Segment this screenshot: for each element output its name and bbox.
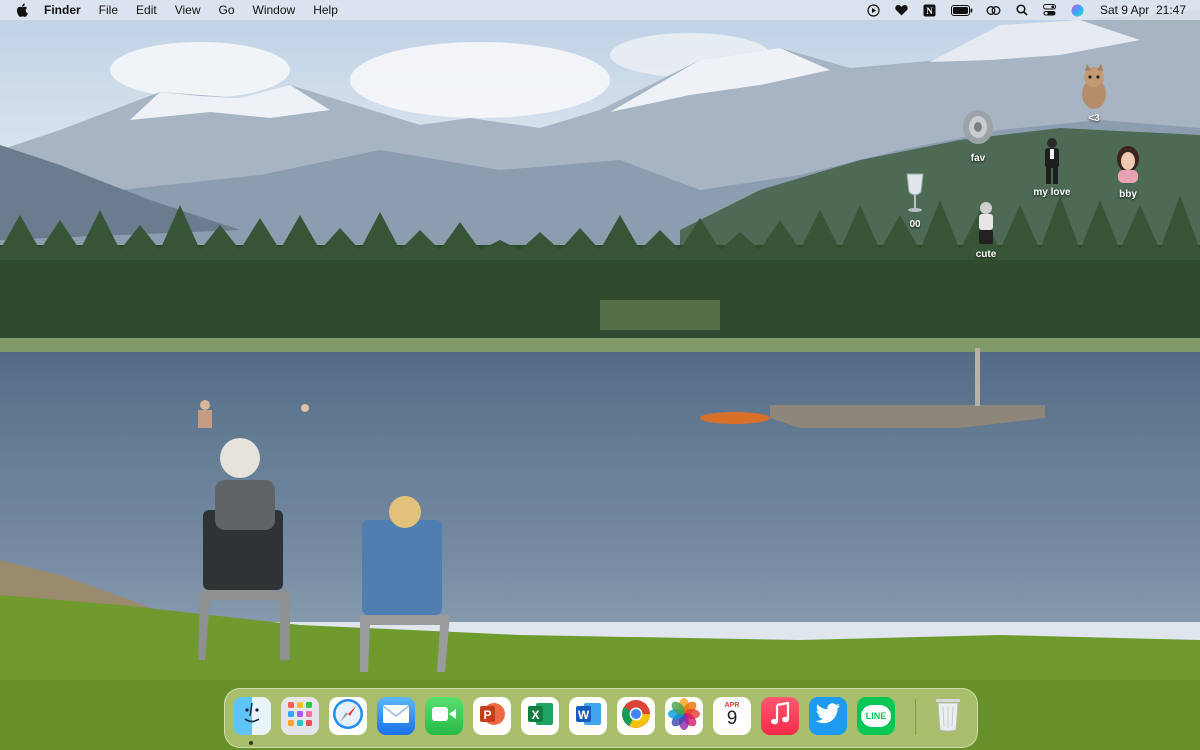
desktop-icon-label: fav <box>970 153 986 164</box>
safari-compass-icon <box>331 697 365 736</box>
battery-icon[interactable] <box>950 3 974 17</box>
dock-line[interactable]: LINE <box>857 697 895 735</box>
desktop-icon-label: cute <box>975 249 997 260</box>
search-icon[interactable] <box>1014 3 1030 17</box>
menu-view[interactable]: View <box>166 0 210 20</box>
desktop-icon-label: my love <box>1033 187 1071 198</box>
powerpoint-icon: P <box>477 699 507 734</box>
portrait-photo-icon <box>1110 140 1146 186</box>
dock-excel[interactable]: X <box>521 697 559 735</box>
play-circle-icon[interactable] <box>866 3 882 17</box>
dock-music[interactable] <box>761 697 799 735</box>
photos-flower-icon <box>668 697 700 735</box>
menu-help[interactable]: Help <box>304 0 347 20</box>
dock-trash[interactable] <box>929 697 967 735</box>
finder-icon <box>237 699 267 734</box>
dock-mail[interactable] <box>377 697 415 735</box>
chrome-icon <box>620 698 652 735</box>
dock-powerpoint[interactable]: P <box>473 697 511 735</box>
dock-photos[interactable] <box>665 697 703 735</box>
excel-icon: X <box>525 699 555 734</box>
svg-text:N: N <box>927 6 934 16</box>
line-bubble-icon: LINE <box>861 705 891 727</box>
suit-man-photo-icon <box>1034 138 1070 184</box>
desktop-icon-my-love[interactable]: my love <box>1017 138 1087 198</box>
powerpoint-letter: P <box>483 708 491 722</box>
control-center-icon[interactable] <box>1042 3 1058 17</box>
dock-calendar[interactable]: APR 9 <box>713 697 751 735</box>
desktop-icon-label: 00 <box>909 219 921 230</box>
finder-running-indicator <box>249 741 253 745</box>
desktop-icon-label: bby <box>1119 189 1137 200</box>
menu-app-name[interactable]: Finder <box>44 0 90 20</box>
shell-photo-icon <box>960 104 996 150</box>
figure-photo-icon <box>968 200 1004 246</box>
notion-icon[interactable]: N <box>922 3 938 17</box>
siri-icon[interactable] <box>1070 3 1086 17</box>
menu-file[interactable]: File <box>90 0 127 20</box>
menu-bar-left: Finder File Edit View Go Window Help <box>0 0 347 20</box>
dock-safari[interactable] <box>329 697 367 735</box>
glass-photo-icon <box>897 170 933 216</box>
menu-go[interactable]: Go <box>210 0 244 20</box>
calendar-day: 9 <box>726 707 738 729</box>
desktop-icon-3[interactable]: <3 <box>1059 64 1129 124</box>
mail-envelope-icon <box>382 704 410 729</box>
word-icon: W <box>573 699 603 734</box>
dock: P X W APR 9 LINE <box>224 688 978 748</box>
menu-window[interactable]: Window <box>244 0 305 20</box>
music-note-icon <box>770 701 790 731</box>
desktop-icon-fav[interactable]: fav <box>943 104 1013 164</box>
dock-finder[interactable] <box>233 697 271 735</box>
cat-photo-icon <box>1076 64 1112 110</box>
menu-edit[interactable]: Edit <box>127 0 166 20</box>
desktop-icon-label: <3 <box>1088 113 1100 124</box>
dock-facetime[interactable] <box>425 697 463 735</box>
dock-separator <box>915 699 916 735</box>
dock-twitter[interactable] <box>809 697 847 735</box>
desktop-icon-bby[interactable]: bby <box>1093 140 1163 200</box>
dock-word[interactable]: W <box>569 697 607 735</box>
trash-icon <box>933 695 963 738</box>
facetime-camera-icon <box>431 706 457 727</box>
menu-bar-clock[interactable]: Sat 9 Apr 21:47 <box>1100 3 1186 17</box>
word-letter: W <box>578 708 590 722</box>
desktop-icon-00[interactable]: 00 <box>880 170 950 230</box>
link-icon[interactable] <box>986 3 1002 17</box>
menu-bar-status-area: N Sat 9 Apr 21:47 <box>860 0 1200 20</box>
excel-letter: X <box>531 708 539 722</box>
twitter-bird-icon <box>815 702 841 730</box>
lake-landscape-image <box>0 10 1200 750</box>
dock-launchpad[interactable] <box>281 697 319 735</box>
dock-chrome[interactable] <box>617 697 655 735</box>
desktop-wallpaper <box>0 0 1200 750</box>
heart-icon[interactable] <box>894 3 910 17</box>
launchpad-icon <box>286 700 314 733</box>
apple-logo-icon[interactable] <box>16 3 30 17</box>
menu-bar: Finder File Edit View Go Window Help N S… <box>0 0 1200 20</box>
desktop-icon-cute[interactable]: cute <box>951 200 1021 260</box>
